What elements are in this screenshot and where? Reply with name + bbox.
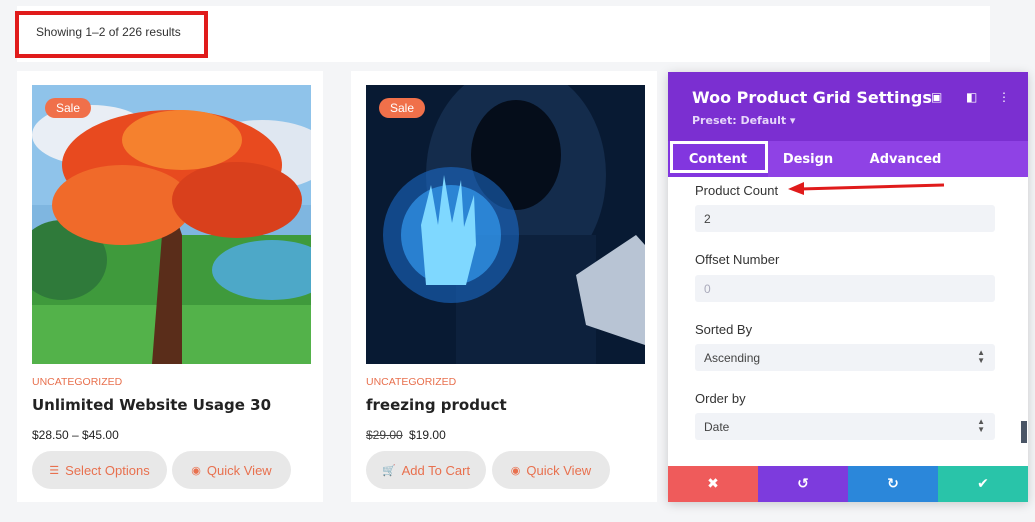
panel-footer: ✖ ↺ ↻ ✔ bbox=[668, 466, 1028, 502]
sale-price: $19.00 bbox=[409, 428, 446, 442]
sorted-by-select[interactable]: Ascending ▲ ▼ bbox=[695, 344, 995, 371]
save-button[interactable]: ✔ bbox=[938, 466, 1028, 502]
sale-badge: Sale bbox=[45, 98, 92, 118]
eye-icon: ◉ bbox=[191, 464, 201, 477]
redo-button[interactable]: ↻ bbox=[848, 466, 938, 502]
product-price: $29.00 $19.00 bbox=[366, 428, 446, 442]
order-by-select[interactable]: Date ▲ ▼ bbox=[695, 413, 995, 440]
eye-icon: ◉ bbox=[510, 464, 521, 477]
offset-number-input[interactable]: 0 bbox=[695, 275, 995, 302]
preset-dropdown[interactable]: Preset: Default ▾ bbox=[692, 114, 795, 127]
button-label: Quick View bbox=[526, 462, 592, 478]
offset-number-label: Offset Number bbox=[695, 252, 780, 267]
sorted-by-label: Sorted By bbox=[695, 322, 753, 337]
tab-design[interactable]: Design bbox=[768, 141, 848, 177]
button-label: Quick View bbox=[206, 462, 272, 478]
product-image[interactable] bbox=[366, 85, 645, 364]
select-options-button[interactable]: ☰ Select Options bbox=[32, 451, 167, 489]
product-count-input[interactable]: 2 bbox=[695, 205, 995, 232]
product-count-label: Product Count bbox=[695, 183, 779, 198]
quick-view-button[interactable]: ◉ Quick View bbox=[172, 451, 291, 489]
product-category[interactable]: UNCATEGORIZED bbox=[366, 376, 456, 388]
product-image[interactable] bbox=[32, 85, 311, 364]
annotation-highlight-box bbox=[15, 11, 208, 58]
product-title[interactable]: Unlimited Website Usage 30 bbox=[32, 396, 271, 414]
offset-placeholder: 0 bbox=[704, 281, 711, 296]
panel-header: Woo Product Grid Settings Preset: Defaul… bbox=[668, 72, 1028, 141]
regular-price: $29.00 bbox=[366, 428, 403, 442]
tab-highlight-box bbox=[670, 141, 768, 173]
add-to-cart-button[interactable]: 🛒 Add To Cart bbox=[366, 451, 486, 489]
cancel-button[interactable]: ✖ bbox=[668, 466, 758, 502]
undo-button[interactable]: ↺ bbox=[758, 466, 848, 502]
product-card: Sale UNCATEGORIZED freezing product $29.… bbox=[351, 71, 657, 502]
product-category[interactable]: UNCATEGORIZED bbox=[32, 376, 122, 388]
product-card: Sale UNCATEGORIZED Unlimited Website Usa… bbox=[17, 71, 323, 502]
expand-icon[interactable]: ▣ bbox=[931, 90, 942, 104]
sale-badge: Sale bbox=[379, 98, 426, 118]
annotation-arrow-icon bbox=[788, 182, 945, 195]
select-arrows-icon: ▲ ▼ bbox=[977, 348, 985, 365]
button-label: Add To Cart bbox=[401, 462, 471, 478]
product-price: $28.50 – $45.00 bbox=[32, 428, 119, 442]
list-icon: ☰ bbox=[49, 464, 60, 477]
more-options-icon[interactable]: ⋮ bbox=[998, 90, 1010, 104]
product-title[interactable]: freezing product bbox=[366, 396, 507, 414]
order-by-value: Date bbox=[704, 419, 730, 434]
settings-panel: Woo Product Grid Settings Preset: Defaul… bbox=[668, 72, 1028, 502]
tab-advanced[interactable]: Advanced bbox=[853, 141, 958, 177]
cart-icon: 🛒 bbox=[381, 464, 396, 477]
product-count-value: 2 bbox=[704, 211, 711, 226]
sorted-by-value: Ascending bbox=[704, 350, 761, 365]
quick-view-button[interactable]: ◉ Quick View bbox=[492, 451, 610, 489]
order-by-label: Order by bbox=[695, 391, 746, 406]
select-arrows-icon: ▲ ▼ bbox=[977, 417, 985, 434]
sidebar-toggle-icon[interactable]: ◧ bbox=[966, 90, 977, 104]
scrollbar-thumb[interactable] bbox=[1021, 421, 1027, 443]
price-range: $28.50 – $45.00 bbox=[32, 428, 119, 442]
button-label: Select Options bbox=[65, 462, 150, 478]
panel-title: Woo Product Grid Settings bbox=[692, 88, 932, 107]
